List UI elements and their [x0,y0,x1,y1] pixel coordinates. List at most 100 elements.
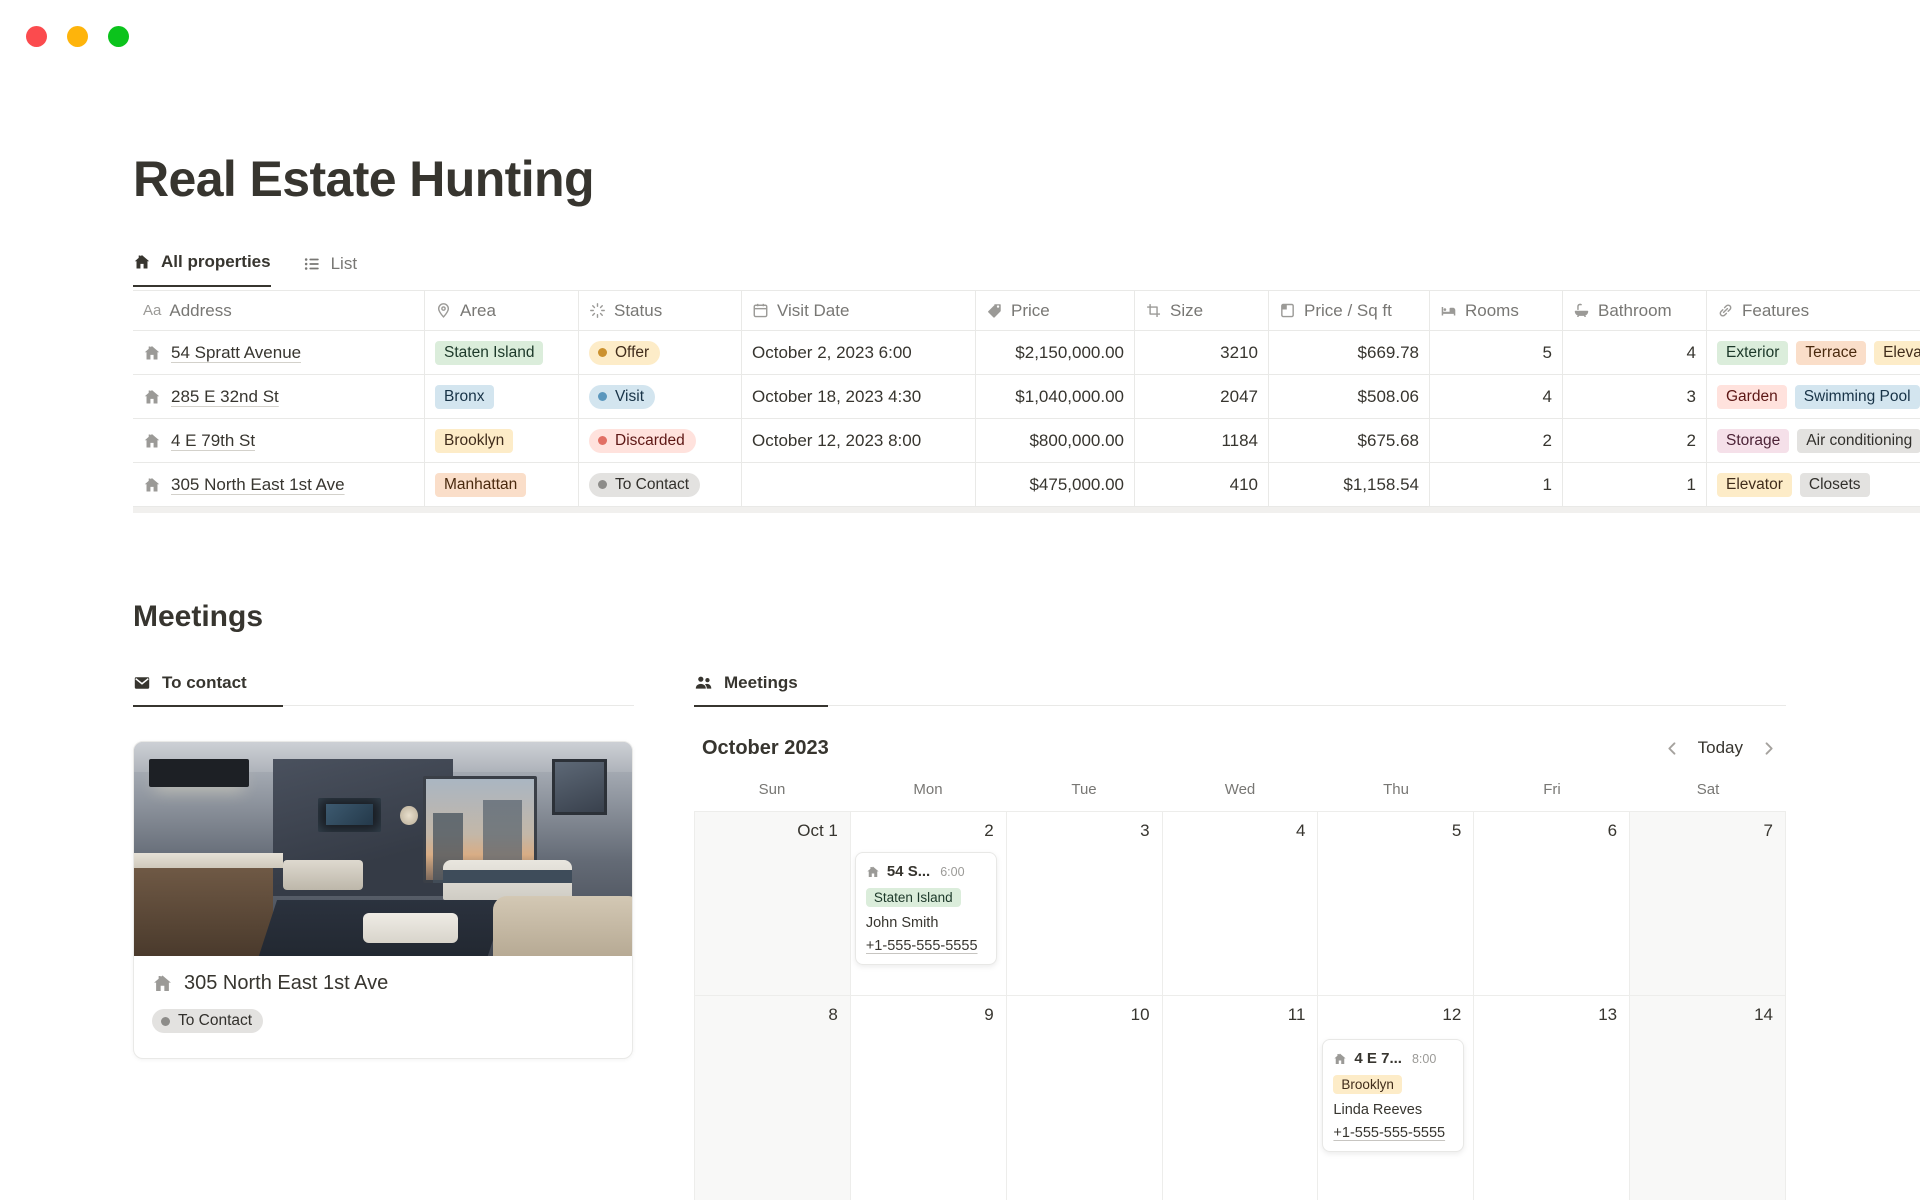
property-link[interactable]: 305 North East 1st Ave [171,475,345,495]
address-cell[interactable]: 305 North East 1st Ave [133,463,425,506]
calendar-event-card[interactable]: 4 E 7... 8:00 Brooklyn Linda Reeves +1-5… [1322,1039,1464,1152]
property-link[interactable]: 285 E 32nd St [171,387,279,407]
calendar-day-cell[interactable]: Oct 1 [695,812,851,996]
calendar-day-cell[interactable]: 4 [1163,812,1319,996]
property-link[interactable]: 4 E 79th St [171,431,255,451]
page-title: Real Estate Hunting [133,150,594,208]
price-sqft-cell[interactable]: $508.06 [1269,375,1430,418]
address-cell[interactable]: 54 Spratt Avenue [133,331,425,374]
status-dot [598,348,607,357]
price-sqft-cell[interactable]: $1,158.54 [1269,463,1430,506]
close-window-button[interactable] [26,26,47,47]
rooms-cell[interactable]: 4 [1430,375,1563,418]
visit-date-cell[interactable]: October 2, 2023 6:00 [742,331,976,374]
table-row: 4 E 79th St Brooklyn Discarded October 1… [133,419,1920,463]
features-cell[interactable]: Storage Air conditioning [1707,419,1920,462]
area-tag: Bronx [435,385,494,409]
table-row: 285 E 32nd St Bronx Visit October 18, 20… [133,375,1920,419]
calendar-day-cell[interactable]: 14 [1630,996,1786,1200]
calendar-day-cell[interactable]: 6 [1474,812,1630,996]
bathroom-cell[interactable]: 1 [1563,463,1707,506]
event-phone[interactable]: +1-555-555-5555 [1333,1125,1453,1141]
bathroom-cell[interactable]: 4 [1563,331,1707,374]
calendar-day-cell[interactable]: 5 [1318,812,1474,996]
event-phone[interactable]: +1-555-555-5555 [866,938,986,954]
size-cell[interactable]: 410 [1135,463,1269,506]
calendar-day-cell[interactable]: 7 [1630,812,1786,996]
minimize-window-button[interactable] [67,26,88,47]
calendar-day-cell[interactable]: 9 [851,996,1007,1200]
price-cell[interactable]: $2,150,000.00 [976,331,1135,374]
tab-all-properties[interactable]: All properties [133,252,271,287]
calendar-event-card[interactable]: 54 S... 6:00 Staten Island John Smith +1… [855,852,997,965]
day-header: Wed [1162,781,1318,798]
calendar-day-cell[interactable]: 11 [1163,996,1319,1200]
previous-month-button[interactable] [1663,739,1682,758]
status-cell[interactable]: Offer [579,331,742,374]
size-cell[interactable]: 1184 [1135,419,1269,462]
calendar-day-cell[interactable]: 10 [1007,996,1163,1200]
calendar-day-cell[interactable]: 13 [1474,996,1630,1200]
size-cell[interactable]: 3210 [1135,331,1269,374]
column-header-address[interactable]: AaAddress [133,291,425,330]
column-header-rooms[interactable]: Rooms [1430,291,1563,330]
status-pill: Visit [589,385,655,409]
bathroom-cell[interactable]: 3 [1563,375,1707,418]
status-cell[interactable]: Visit [579,375,742,418]
properties-table: AaAddress Area Status Visit Date Price S… [133,290,1920,507]
column-header-status[interactable]: Status [579,291,742,330]
calendar-day-cell[interactable]: 12 4 E 7... 8:00 Brooklyn Linda Reeves +… [1318,996,1474,1200]
chevron-left-icon [1663,739,1682,758]
price-cell[interactable]: $475,000.00 [976,463,1135,506]
price-sqft-cell[interactable]: $675.68 [1269,419,1430,462]
status-cell[interactable]: To Contact [579,463,742,506]
area-cell[interactable]: Manhattan [425,463,579,506]
column-header-price-sqft[interactable]: Price / Sq ft [1269,291,1430,330]
calendar-day-cell[interactable]: 8 [695,996,851,1200]
features-cell[interactable]: Elevator Closets [1707,463,1920,506]
photo-layer [493,896,632,956]
zoom-window-button[interactable] [108,26,129,47]
column-header-area[interactable]: Area [425,291,579,330]
photo-layer [134,868,273,956]
today-button[interactable]: Today [1698,738,1743,758]
rooms-cell[interactable]: 1 [1430,463,1563,506]
features-cell[interactable]: Garden Swimming Pool [1707,375,1920,418]
property-card[interactable]: 305 North East 1st Ave To Contact [133,741,633,1059]
address-cell[interactable]: 285 E 32nd St [133,375,425,418]
tab-meetings[interactable]: Meetings [694,673,828,707]
tab-to-contact[interactable]: To contact [133,673,283,707]
price-sqft-cell[interactable]: $669.78 [1269,331,1430,374]
status-cell[interactable]: Discarded [579,419,742,462]
feature-tag: Elevator [1717,473,1792,497]
price-cell[interactable]: $1,040,000.00 [976,375,1135,418]
price-cell[interactable]: $800,000.00 [976,419,1135,462]
column-header-visit-date[interactable]: Visit Date [742,291,976,330]
visit-date-cell[interactable]: October 18, 2023 4:30 [742,375,976,418]
people-icon [694,673,713,692]
table-header-row: AaAddress Area Status Visit Date Price S… [133,291,1920,331]
rooms-cell[interactable]: 2 [1430,419,1563,462]
bathroom-cell[interactable]: 2 [1563,419,1707,462]
size-cell[interactable]: 2047 [1135,375,1269,418]
property-link[interactable]: 54 Spratt Avenue [171,343,301,363]
column-header-size[interactable]: Size [1135,291,1269,330]
area-cell[interactable]: Bronx [425,375,579,418]
visit-date-cell[interactable]: October 12, 2023 8:00 [742,419,976,462]
address-cell[interactable]: 4 E 79th St [133,419,425,462]
column-header-features[interactable]: Features [1707,291,1920,330]
visit-date-cell[interactable] [742,463,976,506]
features-cell[interactable]: Exterior Terrace Elevator [1707,331,1920,374]
column-header-bathroom[interactable]: Bathroom [1563,291,1707,330]
feature-tag: Elevator [1874,341,1920,365]
column-header-price[interactable]: Price [976,291,1135,330]
area-cell[interactable]: Brooklyn [425,419,579,462]
area-cell[interactable]: Staten Island [425,331,579,374]
rooms-cell[interactable]: 5 [1430,331,1563,374]
tab-list[interactable]: List [303,254,357,287]
view-tabs: All properties List [133,252,357,287]
calendar-day-cell[interactable]: 3 [1007,812,1163,996]
next-month-button[interactable] [1759,739,1778,758]
calendar-date: 4 [1163,812,1318,850]
calendar-day-cell[interactable]: 2 54 S... 6:00 Staten Island John Smith … [851,812,1007,996]
